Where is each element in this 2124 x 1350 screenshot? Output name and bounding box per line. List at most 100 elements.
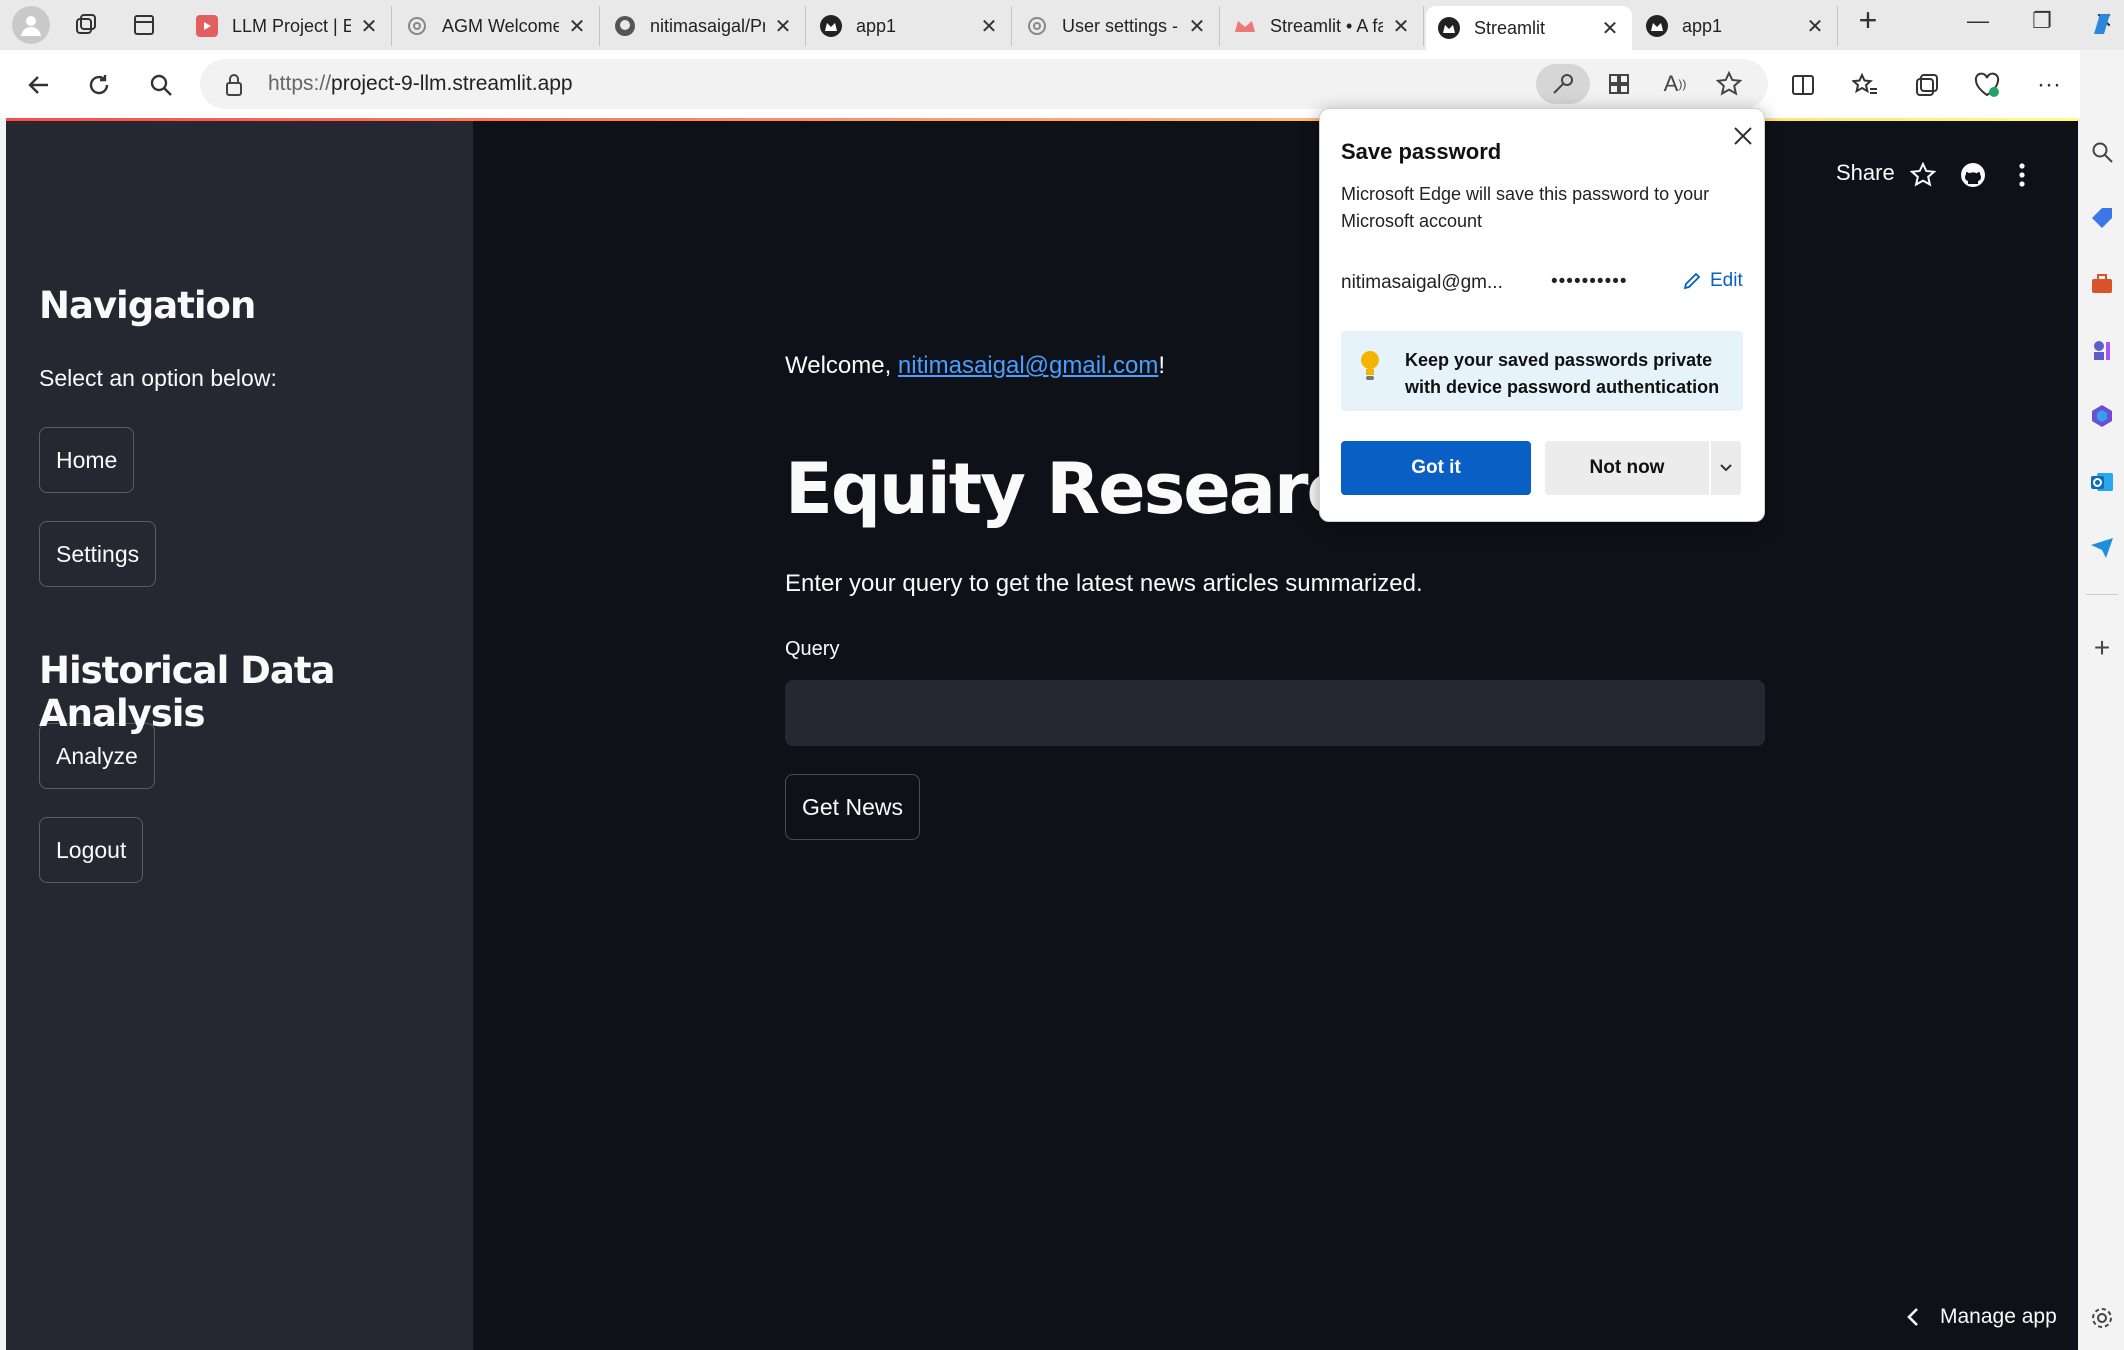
close-icon[interactable] <box>1730 123 1756 149</box>
edit-label: Edit <box>1710 270 1743 291</box>
settings-button[interactable]: Settings <box>39 521 157 587</box>
github-icon[interactable] <box>1956 158 1990 192</box>
read-aloud-icon[interactable]: A)) <box>1660 69 1690 99</box>
favorites-icon[interactable] <box>1848 68 1882 102</box>
browser-toolbar: https://project-9-llm.streamlit.app A)) … <box>0 50 2080 118</box>
user-email-link[interactable]: nitimasaigal@gmail.com <box>898 352 1158 379</box>
not-now-button[interactable]: Not now <box>1545 441 1709 495</box>
tab-title: nitimasaigal/Pro <box>650 15 765 36</box>
app-viewport: Navigation Select an option below: Home … <box>6 118 2078 1350</box>
games-icon[interactable] <box>2088 336 2116 364</box>
saved-password-mask: •••••••••• <box>1551 271 1628 292</box>
profile-avatar[interactable] <box>12 6 50 44</box>
openai-icon <box>1026 15 1048 37</box>
youtube-icon <box>196 15 218 37</box>
tab-actions-icon[interactable] <box>128 9 160 41</box>
welcome-text: Welcome, nitimasaigal@gmail.com! <box>785 352 1166 379</box>
page-description: Enter your query to get the latest news … <box>785 570 1423 597</box>
split-screen-icon[interactable] <box>1786 68 1820 102</box>
star-icon[interactable] <box>1906 158 1940 192</box>
query-input[interactable] <box>785 680 1765 746</box>
settings-gear-icon[interactable] <box>2088 1304 2116 1332</box>
sidebar-subtext: Select an option below: <box>39 365 277 391</box>
new-tab-icon[interactable]: + <box>1848 2 1888 39</box>
chevron-left-icon <box>1907 1308 1918 1326</box>
saved-username: nitimasaigal@gm... <box>1341 272 1503 293</box>
copilot-icon[interactable] <box>2088 10 2116 38</box>
popup-title: Save password <box>1341 139 1502 164</box>
address-bar[interactable]: https://project-9-llm.streamlit.app A)) <box>200 59 1768 109</box>
browser-tab[interactable]: AGM Welcome ✕ <box>394 6 600 46</box>
send-icon[interactable] <box>2088 534 2116 562</box>
close-tab-icon[interactable]: ✕ <box>1391 14 1411 39</box>
edge-sidebar: + <box>2080 14 2124 1350</box>
openai-icon <box>406 15 428 37</box>
restore-icon[interactable]: ❐ <box>2022 8 2062 34</box>
streamlit-icon <box>1438 17 1460 39</box>
tab-title: app1 <box>856 15 897 36</box>
browser-tab[interactable]: Streamlit • A fas ✕ <box>1222 6 1424 46</box>
browser-tab-active[interactable]: Streamlit ✕ <box>1426 6 1632 50</box>
add-icon[interactable]: + <box>2088 632 2116 663</box>
minimize-icon[interactable]: — <box>1958 8 1998 34</box>
kebab-menu-icon[interactable] <box>2005 158 2039 192</box>
manage-app-button[interactable]: Manage app <box>1906 1305 2057 1329</box>
streamlit-crown-icon <box>1234 15 1256 37</box>
tab-title: User settings - C <box>1062 15 1179 36</box>
more-menu-icon[interactable]: ··· <box>2032 68 2066 102</box>
tools-icon[interactable] <box>2088 270 2116 298</box>
collections-icon[interactable] <box>1910 68 1944 102</box>
sidebar-heading: Navigation <box>39 284 256 327</box>
tab-bar: LLM Project | En ✕ AGM Welcome ✕ nitimas… <box>0 0 2124 50</box>
search-icon[interactable] <box>144 68 178 102</box>
search-icon[interactable] <box>2088 138 2116 166</box>
url-text[interactable]: https://project-9-llm.streamlit.app <box>268 72 573 96</box>
manage-app-label: Manage app <box>1940 1305 2057 1328</box>
shopping-tag-icon[interactable] <box>2088 204 2116 232</box>
key-icon[interactable] <box>1536 64 1590 104</box>
outlook-icon[interactable] <box>2088 468 2116 496</box>
home-button[interactable]: Home <box>39 427 135 493</box>
close-tab-icon[interactable]: ✕ <box>567 14 587 39</box>
app-sidebar: Navigation Select an option below: Home … <box>6 121 473 1350</box>
analyze-button[interactable]: Analyze <box>39 723 155 789</box>
tip-text: Keep your saved passwords private with d… <box>1405 350 1720 397</box>
close-tab-icon[interactable]: ✕ <box>1600 16 1620 41</box>
browser-tab[interactable]: LLM Project | En ✕ <box>184 6 392 46</box>
refresh-icon[interactable] <box>82 68 116 102</box>
get-news-button[interactable]: Get News <box>785 774 920 840</box>
tab-title: AGM Welcome <box>442 15 559 36</box>
chevron-down-icon[interactable] <box>1711 441 1741 495</box>
person-icon <box>21 16 41 36</box>
browser-tab[interactable]: nitimasaigal/Pro ✕ <box>602 6 806 46</box>
got-it-button[interactable]: Got it <box>1341 441 1531 495</box>
lock-icon[interactable] <box>224 73 244 102</box>
back-icon[interactable] <box>22 68 56 102</box>
close-tab-icon[interactable]: ✕ <box>359 14 379 39</box>
workspaces-icon[interactable] <box>70 9 102 41</box>
close-tab-icon[interactable]: ✕ <box>1187 14 1207 39</box>
favorite-star-icon[interactable] <box>1714 69 1744 99</box>
close-tab-icon[interactable]: ✕ <box>1805 14 1825 39</box>
close-tab-icon[interactable]: ✕ <box>979 14 999 39</box>
edit-link[interactable]: Edit <box>1682 270 1743 292</box>
close-tab-icon[interactable]: ✕ <box>773 14 793 39</box>
pencil-icon <box>1683 272 1701 290</box>
tab-title: LLM Project | En <box>232 15 351 36</box>
query-label: Query <box>785 638 840 660</box>
logout-button[interactable]: Logout <box>39 817 144 883</box>
divider <box>2086 594 2118 595</box>
browser-tab[interactable]: app1 ✕ <box>808 6 1012 46</box>
share-button[interactable]: Share <box>1836 160 1895 186</box>
browser-tab[interactable]: User settings - C ✕ <box>1014 6 1220 46</box>
lightbulb-icon <box>1359 349 1381 388</box>
streamlit-icon <box>1646 15 1668 37</box>
browser-tab[interactable]: app1 ✕ <box>1634 6 1838 46</box>
streamlit-icon <box>820 15 842 37</box>
popup-description: Microsoft Edge will save this password t… <box>1341 184 1710 231</box>
browser-essentials-icon[interactable] <box>1970 68 2004 102</box>
apps-icon[interactable] <box>1604 69 1634 99</box>
microsoft-365-icon[interactable] <box>2088 402 2116 430</box>
tip-box: Keep your saved passwords private with d… <box>1341 331 1743 411</box>
tab-title: Streamlit <box>1474 17 1546 38</box>
